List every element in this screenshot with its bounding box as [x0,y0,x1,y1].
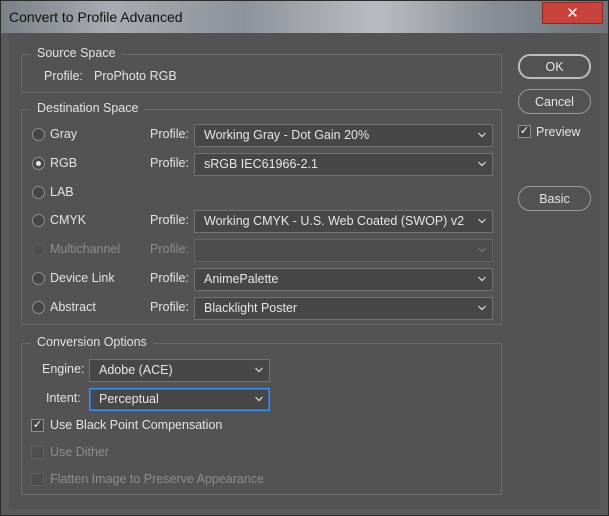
chevron-down-icon [478,276,486,283]
chevron-down-icon [478,247,486,254]
close-button[interactable]: ✕ [542,2,603,24]
radio-gray-label[interactable]: Gray [50,127,77,141]
chevron-down-icon [255,396,263,403]
multichannel-profile-select [194,239,493,262]
check-icon: ✓ [32,419,43,431]
cmyk-profile-label: Profile: [150,213,189,227]
dialog-window: Convert to Profile Advanced ✕ Source Spa… [0,0,609,516]
chevron-down-icon [478,132,486,139]
intent-value: Perceptual [99,392,159,406]
flatten-checkbox [31,473,44,486]
multichannel-profile-label: Profile: [150,242,189,256]
rgb-profile-value: sRGB IEC61966-2.1 [204,157,318,171]
chevron-down-icon [478,161,486,168]
gray-profile-select[interactable]: Working Gray - Dot Gain 20% [194,124,493,147]
intent-label: Intent: [46,391,81,405]
chevron-down-icon [255,367,263,374]
radio-device-link-label[interactable]: Device Link [50,271,115,285]
radio-rgb[interactable] [32,157,45,170]
source-space-title: Source Space [31,46,122,60]
rgb-profile-select[interactable]: sRGB IEC61966-2.1 [194,153,493,176]
dialog-body: Source Space Profile: ProPhoto RGB Desti… [9,33,600,509]
source-profile-label: Profile: [44,69,83,83]
intent-select[interactable]: Perceptual [89,388,270,411]
abstract-profile-select[interactable]: Blacklight Poster [194,297,493,320]
radio-device-link[interactable] [32,272,45,285]
rgb-profile-label: Profile: [150,156,189,170]
preview-label[interactable]: Preview [536,125,580,139]
gray-profile-value: Working Gray - Dot Gain 20% [204,128,370,142]
radio-multichannel-label: Multichannel [50,242,121,256]
ok-button-label: OK [545,59,564,74]
radio-abstract[interactable] [32,301,45,314]
destination-space-group: Destination Space Gray Profile: Working … [21,101,502,325]
source-space-group: Source Space Profile: ProPhoto RGB [21,46,502,93]
ok-button[interactable]: OK [518,54,591,79]
radio-cmyk[interactable] [32,214,45,227]
radio-lab[interactable] [32,186,45,199]
cancel-button-label: Cancel [535,94,574,109]
chevron-down-icon [478,218,486,225]
engine-value: Adobe (ACE) [99,363,173,377]
black-point-label[interactable]: Use Black Point Compensation [50,418,222,432]
radio-lab-label[interactable]: LAB [50,185,74,199]
black-point-checkbox[interactable]: ✓ [31,419,44,432]
radio-gray[interactable] [32,128,45,141]
dither-checkbox [31,446,44,459]
device-link-profile-label: Profile: [150,271,189,285]
basic-button[interactable]: Basic [518,186,591,211]
destination-space-title: Destination Space [31,101,145,115]
radio-rgb-label[interactable]: RGB [50,156,77,170]
device-link-profile-select[interactable]: AnimePalette [194,268,493,291]
engine-select[interactable]: Adobe (ACE) [89,359,270,382]
abstract-profile-label: Profile: [150,300,189,314]
abstract-profile-value: Blacklight Poster [204,301,298,315]
close-icon: ✕ [566,5,579,22]
check-icon: ✓ [519,125,530,137]
radio-multichannel [32,243,45,256]
cancel-button[interactable]: Cancel [518,89,591,114]
window-title: Convert to Profile Advanced [9,9,183,25]
radio-abstract-label[interactable]: Abstract [50,300,96,314]
device-link-profile-value: AnimePalette [204,272,279,286]
conversion-options-title: Conversion Options [31,335,153,349]
cmyk-profile-value: Working CMYK - U.S. Web Coated (SWOP) v2 [204,214,465,228]
gray-profile-label: Profile: [150,127,189,141]
chevron-down-icon [478,305,486,312]
preview-checkbox[interactable]: ✓ [518,125,531,138]
dither-label: Use Dither [50,445,110,459]
radio-cmyk-label[interactable]: CMYK [50,213,86,227]
flatten-label: Flatten Image to Preserve Appearance [50,472,265,486]
engine-label: Engine: [42,362,85,376]
basic-button-label: Basic [539,191,570,206]
title-bar[interactable]: Convert to Profile Advanced ✕ [1,1,608,33]
source-profile-value: ProPhoto RGB [94,69,177,83]
cmyk-profile-select[interactable]: Working CMYK - U.S. Web Coated (SWOP) v2 [194,210,493,233]
conversion-options-group: Conversion Options Engine: Adobe (ACE) I… [21,335,502,495]
